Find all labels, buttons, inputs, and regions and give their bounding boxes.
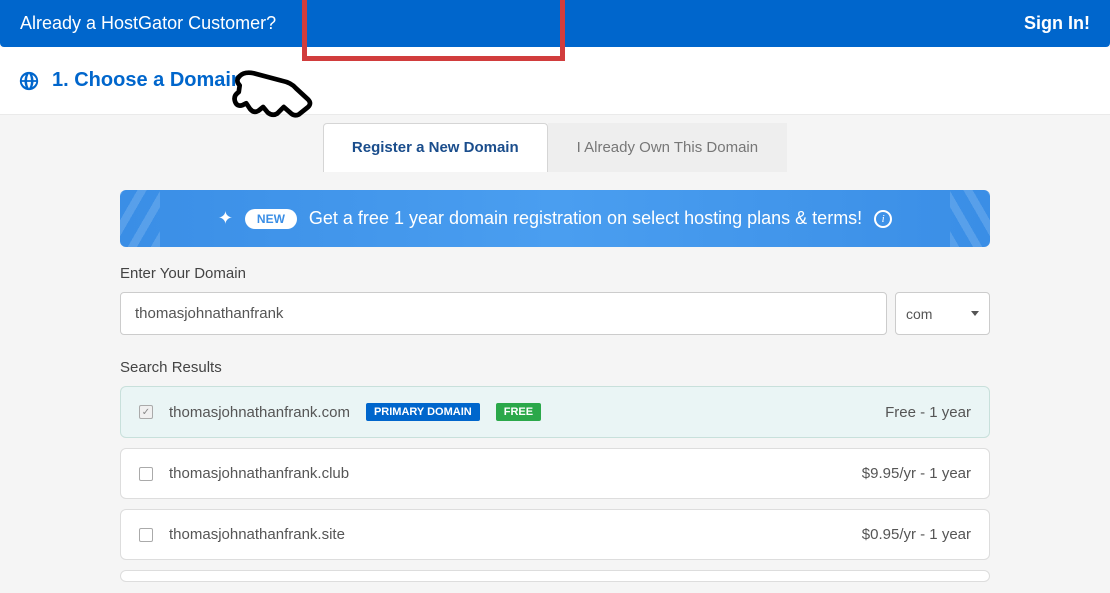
tab-register-domain[interactable]: Register a New Domain [323,123,548,172]
result-domain: thomasjohnathanfrank.club [169,465,349,482]
tab-own-domain[interactable]: I Already Own This Domain [548,123,787,172]
promo-text: Get a free 1 year domain registration on… [309,208,862,229]
domain-input[interactable] [120,292,887,335]
step-title: 1. Choose a Domain [52,69,243,92]
header-bar: Already a HostGator Customer? Sign In! [0,0,1110,47]
pointing-hand-icon [225,62,320,137]
content-area: ✦ NEW Get a free 1 year domain registrat… [0,190,1110,582]
customer-question-text: Already a HostGator Customer? [20,13,276,34]
result-row[interactable]: thomasjohnathanfrank.site $0.95/yr - 1 y… [120,509,990,560]
primary-domain-badge: PRIMARY DOMAIN [366,403,480,421]
tld-select[interactable]: com [895,292,990,335]
tld-value: com [906,306,932,322]
chevron-down-icon [971,311,979,316]
result-row-partial [120,570,990,582]
result-price: $9.95/yr - 1 year [862,465,971,482]
result-price: $0.95/yr - 1 year [862,526,971,543]
domain-input-row: com [120,292,990,335]
result-domain: thomasjohnathanfrank.com [169,404,350,421]
free-badge: FREE [496,403,541,421]
result-price: Free - 1 year [885,404,971,421]
domain-field-label: Enter Your Domain [120,265,990,282]
checkbox-icon[interactable]: ✓ [139,405,153,419]
result-row-primary[interactable]: ✓ thomasjohnathanfrank.com PRIMARY DOMAI… [120,386,990,438]
sparkle-icon: ✦ [218,208,233,229]
info-icon[interactable]: i [874,210,892,228]
step-header: 1. Choose a Domain [0,47,1110,115]
result-row[interactable]: thomasjohnathanfrank.club $9.95/yr - 1 y… [120,448,990,499]
result-domain: thomasjohnathanfrank.site [169,526,345,543]
checkbox-icon[interactable] [139,528,153,542]
sign-in-link[interactable]: Sign In! [1024,13,1090,34]
search-results-label: Search Results [120,359,990,376]
checkbox-icon[interactable] [139,467,153,481]
new-badge: NEW [245,209,297,229]
tabs-container: Register a New Domain I Already Own This… [0,115,1110,172]
globe-icon [18,70,40,92]
promo-banner: ✦ NEW Get a free 1 year domain registrat… [120,190,990,247]
